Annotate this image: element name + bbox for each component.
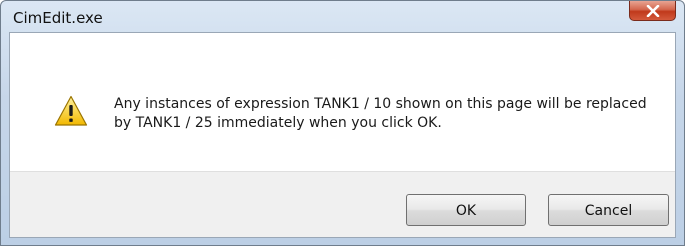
dialog-message: Any instances of expression TANK1 / 10 s… — [114, 96, 647, 131]
dialog-window: CimEdit.exe Any instances of expression … — [0, 0, 685, 246]
close-icon — [646, 5, 660, 17]
cancel-button[interactable]: Cancel — [548, 194, 669, 226]
dialog-content: Any instances of expression TANK1 / 10 s… — [9, 32, 676, 238]
window-title: CimEdit.exe — [13, 9, 103, 27]
ok-button[interactable]: OK — [406, 194, 526, 226]
warning-icon — [54, 95, 88, 126]
button-bar: OK Cancel — [10, 171, 675, 237]
close-button[interactable] — [629, 1, 676, 21]
message-area: Any instances of expression TANK1 / 10 s… — [10, 33, 675, 171]
title-bar[interactable]: CimEdit.exe — [1, 1, 684, 31]
